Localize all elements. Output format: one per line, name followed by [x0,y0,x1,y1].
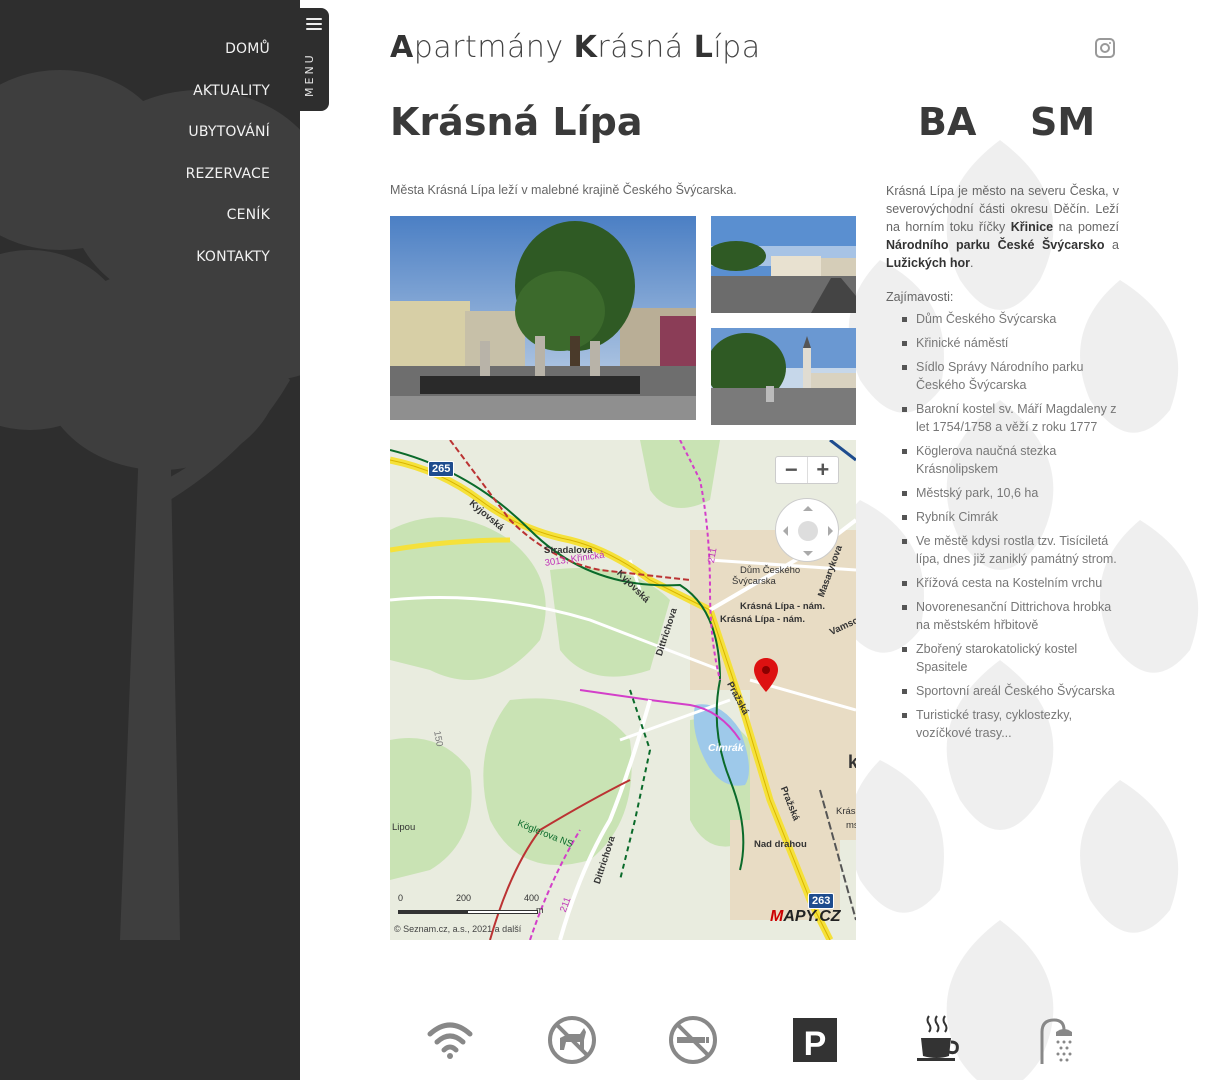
map-zoom-control: − + [775,456,839,484]
list-item: Křížová cesta na Kostelním vrchu [902,574,1122,592]
hamburger-icon [306,18,322,33]
amenities-bar: P [390,1010,1120,1070]
map-label-k: k [848,752,856,772]
list-item: Novorenesanční Dittrichova hrobka na měs… [902,598,1122,634]
desc-bold-krinice: Křinice [1010,220,1054,234]
no-pets-icon [542,1010,602,1070]
map-label-namesti-2: Krásná Lípa - nám. [720,614,805,625]
map-label-dum-2: Švýcarska [732,576,776,587]
nav-link-cenik[interactable]: CENÍK [227,207,270,223]
nav-item-aktuality[interactable]: AKTUALITY [186,78,270,120]
map-zoom-in-button[interactable]: + [808,457,839,483]
scale-0: 0 [398,893,404,903]
list-item: Ve městě kdysi rostla tzv. Tisíciletá lí… [902,532,1122,568]
shower-icon [1028,1010,1088,1070]
town-description: Krásná Lípa je město na severu Česka, v … [886,182,1119,272]
map-scale-labels: 0 200 400 m [398,893,544,915]
main-nav: DOMŮ AKTUALITY UBYTOVÁNÍ REZERVACE CENÍK… [186,36,270,286]
language-sm-button[interactable]: SM [1030,100,1095,144]
map-label-ms: ms [846,820,856,831]
map-label-cimrak: Cimrák [708,742,744,754]
pan-left-icon[interactable] [778,526,788,536]
photo-main-square[interactable] [390,216,696,420]
title-initial-l: L [693,30,714,65]
road-shield-263: 263 [808,893,835,909]
map-zoom-out-button[interactable]: − [776,457,808,483]
desc-text-3: a [1104,238,1119,252]
mapy-cz-logo[interactable]: MAPY.CZ [770,908,841,926]
title-initial-k: K [573,30,598,65]
parking-letter: P [804,1025,827,1063]
nav-item-cenik[interactable]: CENÍK [186,202,270,244]
title-rest-l: ípa [713,30,761,65]
list-item: Dům Českého Švýcarska [902,310,1122,328]
map-label-lipou: Lipou [392,822,416,833]
sidebar: DOMŮ AKTUALITY UBYTOVÁNÍ REZERVACE CENÍK… [0,0,300,1080]
map-label-dum: Dům Českého [740,565,801,576]
page-title: Krásná Lípa [390,100,643,144]
nav-link-ubytovani[interactable]: UBYTOVÁNÍ [188,124,270,140]
map[interactable]: 265 263 Kyjovská Stradalova 3013, Křinic… [390,440,856,940]
desc-bold-np: Národního parku České Švýcarsko [886,238,1105,252]
map-label-nad-drahou: Nad drahou [754,839,807,850]
pan-down-icon[interactable] [803,551,813,561]
scale-400: 400 [524,893,540,903]
nav-item-rezervace[interactable]: REZERVACE [186,161,270,203]
photo-thumb-2[interactable] [711,328,856,425]
logo-m: M [770,908,784,925]
pan-right-icon[interactable] [828,526,838,536]
site-title[interactable]: Apartmány Krásná Lípa [390,30,761,65]
desc-text-2: na pomezí [1053,220,1119,234]
list-item: Sídlo Správy Národního parku Českého Švý… [902,358,1122,394]
nav-item-kontakty[interactable]: KONTAKTY [186,244,270,286]
attractions-heading: Zajímavosti: [886,290,954,304]
nav-item-domu[interactable]: DOMŮ [186,36,270,78]
nav-link-kontakty[interactable]: KONTAKTY [196,249,270,265]
map-copyright[interactable]: © Seznam.cz, a.s., 2021 a další [394,924,521,934]
title-rest-k: rásná [597,30,694,65]
map-label-kras: Krás [836,806,856,817]
map-pan-compass[interactable] [775,498,839,562]
list-item: Köglerova naučná stezka Krásnolipskem [902,442,1122,478]
list-item: Zbořený starokatolický kostel Spasitele [902,640,1122,676]
list-item: Barokní kostel sv. Máří Magdaleny z let … [902,400,1122,436]
list-item: Křinické náměstí [902,334,1122,352]
parking-icon: P [785,1010,845,1070]
title-initial-a: A [390,30,414,65]
street-photo-icon [711,216,856,313]
church-photo-icon [711,328,856,425]
nav-link-domu[interactable]: DOMŮ [225,41,270,57]
desc-bold-luzicke: Lužických hor [886,256,971,270]
no-smoking-icon [663,1010,723,1070]
road-shield-265: 265 [428,461,455,477]
list-item: Rybník Cimrák [902,508,1122,526]
map-scale-bar [398,910,538,914]
nav-link-rezervace[interactable]: REZERVACE [186,166,270,182]
wifi-icon [420,1010,480,1070]
attractions-list: Dům Českého Švýcarska Křinické náměstí S… [902,310,1122,748]
menu-label: MENU [303,52,316,98]
map-label-namesti-1: Krásná Lípa - nám. [740,601,825,612]
list-item: Turistické trasy, cyklostezky, vozíčkové… [902,706,1122,742]
logo-rest: APY.CZ [783,908,841,925]
coffee-icon [907,1010,967,1070]
list-item: Městský park, 10,6 ha [902,484,1122,502]
menu-toggle-button[interactable]: MENU [300,8,329,111]
pan-up-icon[interactable] [803,501,813,511]
scale-200: 200 [456,893,472,903]
instagram-icon[interactable] [1095,38,1115,58]
pan-center-icon[interactable] [798,521,818,541]
intro-text: Města Krásná Lípa leží v malebné krajině… [390,183,737,197]
title-rest-a: partmány [413,30,574,65]
desc-text-4: . [970,256,974,270]
town-square-photo-icon [390,216,696,420]
list-item: Sportovní areál Českého Švýcarska [902,682,1122,700]
nav-link-aktuality[interactable]: AKTUALITY [193,83,270,99]
nav-item-ubytovani[interactable]: UBYTOVÁNÍ [186,119,270,161]
language-ba-button[interactable]: BA [918,100,976,144]
photo-thumb-1[interactable] [711,216,856,313]
map-pin-icon[interactable] [754,658,778,692]
